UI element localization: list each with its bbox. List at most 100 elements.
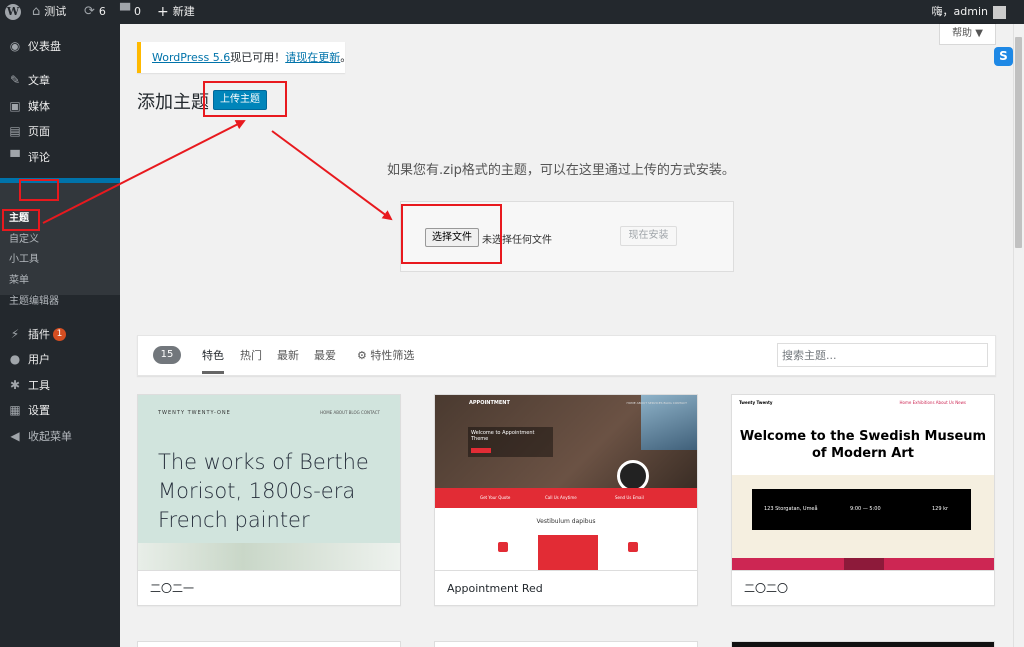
preview-hero: The works of Berthe Morisot, 1800s-era F… [158,450,369,532]
preview-brand: TWENTY TWENTY-ONE [158,410,231,416]
preview-image-band [844,558,884,570]
submenu-menus[interactable]: 菜单 [9,272,29,290]
comments-menu[interactable]: ▀ 0 [120,0,141,24]
preview-section-title: Vestibulum dapibus [536,518,596,525]
scrollbar-thumb[interactable] [1015,37,1022,248]
theme-name: 二〇二〇 [732,570,994,605]
preview-bar-item: Call Us Anytime [545,495,577,500]
theme-screenshot[interactable]: TWENTY TWENTY-ONE HOME ABOUT BLOG CONTAC… [138,395,400,570]
menu-label: 工具 [28,379,50,392]
preview-info-item: 9:00 — 5:00 [850,506,881,512]
preview-bar-item: Get Your Quote [480,495,511,500]
account-greeting: 嗨，admin [931,5,988,18]
theme-screenshot[interactable]: APPOINTMENT HOME ABOUT SERVICES BLOG CON… [435,395,697,570]
theme-name: 二〇二一 [138,570,400,605]
menu-plugins[interactable]: ⚡ 插件 1 [0,321,120,347]
theme-name: Appointment Red [435,570,697,605]
plugin-icon: ⚡ [10,327,20,341]
help-tab-button[interactable]: 帮助 ▼ [940,24,995,44]
preview-welcome-box: Welcome to Appointment Theme [468,427,553,457]
menu-comments[interactable]: ▀ 评论 [0,144,120,170]
menu-media[interactable]: ▣ 媒体 [0,93,120,119]
menu-label: 页面 [28,125,50,138]
pin-icon: ✎ [9,73,21,87]
menu-label: 媒体 [28,100,50,113]
menu-users[interactable]: ● 用户 [0,346,120,372]
theme-screenshot[interactable]: Twenty Twenty Home Exhibitions About Us … [732,395,994,570]
updates-count: 6 [98,5,106,18]
site-name-menu[interactable]: ⌂ 测试 [32,0,66,24]
update-notice: WordPress 5.6现已可用！请现在更新。 [137,42,351,73]
menu-pages[interactable]: ▤ 页面 [0,118,120,144]
preview-nav: Home Exhibitions About Us News [899,400,966,405]
preview-image [138,543,400,570]
install-now-button[interactable]: 现在安装 [620,226,677,246]
wordpress-logo-icon: W [5,4,21,20]
new-label: 新建 [172,5,195,18]
menu-tools[interactable]: ✱ 工具 [0,372,120,398]
theme-search-input[interactable] [777,343,988,367]
preview-welcome-text: Welcome to Appointment Theme [471,430,535,442]
theme-card-twenty-twenty-one[interactable]: TWENTY TWENTY-ONE HOME ABOUT BLOG CONTAC… [137,394,401,606]
preview-logo: APPOINTMENT [469,400,510,406]
menu-dashboard[interactable]: ◉ 仪表盘 [0,33,120,59]
submenu-customize[interactable]: 自定义 [9,231,39,249]
menu-label: 评论 [28,151,50,164]
site-name: 测试 [44,5,67,18]
theme-card-twenty-twenty[interactable]: Twenty Twenty Home Exhibitions About Us … [731,394,995,606]
tab-favorites[interactable]: 最爱 [314,347,336,363]
feature-filter-button[interactable]: ⚙ 特性筛选 [357,347,414,363]
preview-service-icon [628,542,638,552]
annotation-arrow-to-choose-file [271,130,393,221]
preview-cta [471,448,491,453]
notice-text: 现已可用！ [230,51,286,64]
preview-service-icon [498,542,508,552]
menu-settings[interactable]: ▦ 设置 [0,397,120,423]
menu-collapse[interactable]: ◀ 收起菜单 [0,423,120,449]
menu-label: 设置 [28,404,50,417]
submenu-themes[interactable]: 主题 [9,210,29,228]
page-icon: ▤ [9,124,21,138]
theme-card-partial[interactable] [434,641,698,647]
update-now-link[interactable]: 请现在更新 [285,51,340,64]
menu-label: 插件 [28,328,50,341]
preview-nav: HOME ABOUT BLOG CONTACT [320,410,380,415]
settings-icon: ▦ [9,403,21,417]
preview-nav: HOME ABOUT SERVICES BLOG CONTACT [626,401,687,405]
account-menu[interactable]: 嗨，admin [932,0,1006,24]
tab-popular[interactable]: 热门 [240,347,262,363]
appearance-submenu: 主题 自定义 小工具 菜单 主题编辑器 [0,183,120,307]
tab-latest[interactable]: 最新 [277,347,299,363]
preview-site-title: Twenty Twenty [739,400,773,405]
preview-bar-item: Send Us Email [615,495,644,500]
comment-icon: ▀ [10,150,20,164]
theme-card-partial[interactable] [731,641,995,647]
choose-file-button[interactable]: 选择文件 [425,228,479,247]
menu-label: 收起菜单 [28,430,72,443]
new-content-menu[interactable]: + 新建 [157,0,195,24]
notice-end: 。 [340,51,352,64]
comments-count: 0 [134,5,141,18]
preview-service-highlight [538,535,598,570]
gear-icon: ⚙ [357,349,367,362]
upload-theme-button[interactable]: 上传主题 [213,90,267,110]
submenu-theme-editor[interactable]: 主题编辑器 [9,293,59,311]
wordpress-logo-menu[interactable]: W [4,0,22,24]
theme-card-appointment-red[interactable]: APPOINTMENT HOME ABOUT SERVICES BLOG CON… [434,394,698,606]
theme-card-partial[interactable] [137,641,401,647]
home-icon: ⌂ [32,4,41,19]
updates-menu[interactable]: ⟳ 6 [84,0,106,24]
preview-info-bar: Get Your Quote Call Us Anytime Send Us E… [435,488,697,508]
wordpress-version-link[interactable]: WordPress 5.6 [152,51,230,64]
avatar [993,5,1006,19]
plus-icon: + [157,4,169,20]
browser-extension-icon[interactable]: S [994,47,1013,66]
menu-posts[interactable]: ✎ 文章 [0,67,120,93]
preview-info-item: 123 Storgatan, Umeå [764,506,818,512]
tab-featured[interactable]: 特色 [202,347,224,363]
theme-count-badge: 15 [153,346,181,364]
comment-bubble-icon: ▀ [120,4,130,19]
no-file-label: 未选择任何文件 [482,235,552,246]
submenu-widgets[interactable]: 小工具 [9,251,39,269]
feature-filter-label: 特性筛选 [370,349,415,362]
